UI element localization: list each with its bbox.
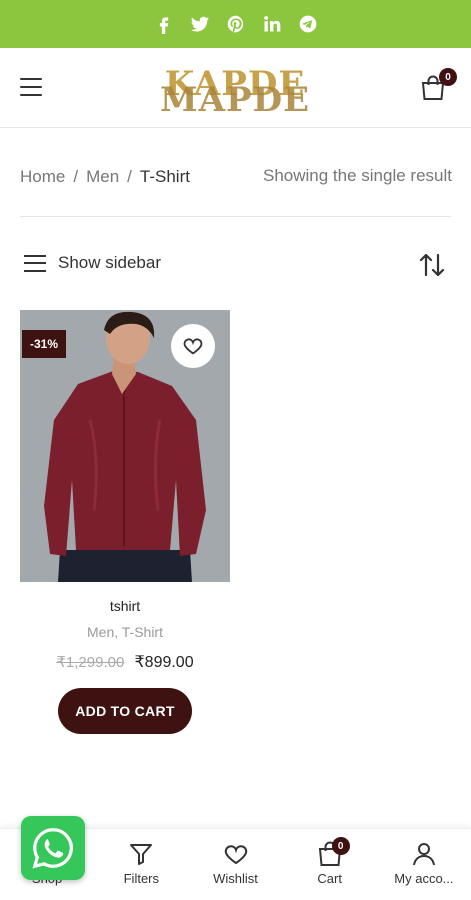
nav-my-account-label: My acco... [394, 871, 454, 886]
heart-icon [183, 338, 203, 355]
show-sidebar-label: Show sidebar [58, 253, 162, 272]
social-bar [0, 0, 471, 48]
linkedin-icon[interactable] [261, 13, 283, 35]
facebook-icon[interactable] [153, 13, 175, 35]
twitter-icon[interactable] [189, 13, 211, 35]
menu-icon[interactable] [20, 78, 42, 96]
product-card: -31% tshirt Men, T-Shirt ₹1,299.00 ₹899.… [20, 310, 230, 734]
nav-my-account[interactable]: My acco... [377, 829, 471, 900]
add-to-cart-button[interactable]: ADD TO CART [58, 688, 192, 734]
nav-cart-label: Cart [317, 871, 342, 886]
nav-filters[interactable]: Filters [94, 829, 188, 900]
site-header: KAPDE MAPDE [0, 48, 471, 128]
nav-filters-label: Filters [123, 871, 159, 886]
filter-icon [130, 844, 153, 865]
logo-line-2: MAPDE [160, 80, 310, 120]
sidebar-menu-icon [24, 254, 46, 272]
header-cart-count-badge: 0 [439, 68, 457, 86]
show-sidebar-button[interactable]: Show sidebar [24, 253, 161, 273]
result-count: Showing the single result [262, 166, 452, 185]
breadcrumb-current: T-Shirt [139, 167, 190, 186]
breadcrumb: Home / Men / T-Shirt [20, 166, 190, 188]
sort-icon[interactable] [418, 252, 446, 278]
telegram-icon[interactable] [297, 13, 319, 35]
product-image[interactable]: -31% [20, 310, 230, 582]
breadcrumb-home[interactable]: Home [20, 167, 65, 187]
divider [20, 216, 451, 217]
breadcrumb-separator: / [127, 167, 132, 186]
heart-icon [224, 845, 247, 865]
user-icon [412, 843, 435, 866]
whatsapp-icon [32, 828, 73, 869]
nav-wishlist-label: Wishlist [213, 871, 258, 886]
breadcrumb-men[interactable]: Men [86, 167, 119, 187]
pinterest-icon[interactable] [225, 13, 247, 35]
nav-wishlist[interactable]: Wishlist [188, 829, 282, 900]
breadcrumb-separator: / [73, 167, 79, 186]
old-price: ₹1,299.00 [56, 654, 125, 671]
nav-cart-count-badge: 0 [331, 837, 350, 855]
sale-badge: -31% [22, 330, 67, 358]
price-row: ₹1,299.00 ₹899.00 [20, 652, 230, 672]
nav-cart[interactable]: Cart 0 [283, 829, 377, 900]
product-categories[interactable]: Men, T-Shirt [20, 624, 230, 640]
product-title[interactable]: tshirt [20, 598, 230, 614]
whatsapp-chat-button[interactable] [21, 816, 85, 880]
add-to-wishlist-button[interactable] [171, 324, 215, 368]
site-logo[interactable]: KAPDE MAPDE [160, 58, 310, 120]
sale-price: ₹899.00 [134, 654, 194, 671]
